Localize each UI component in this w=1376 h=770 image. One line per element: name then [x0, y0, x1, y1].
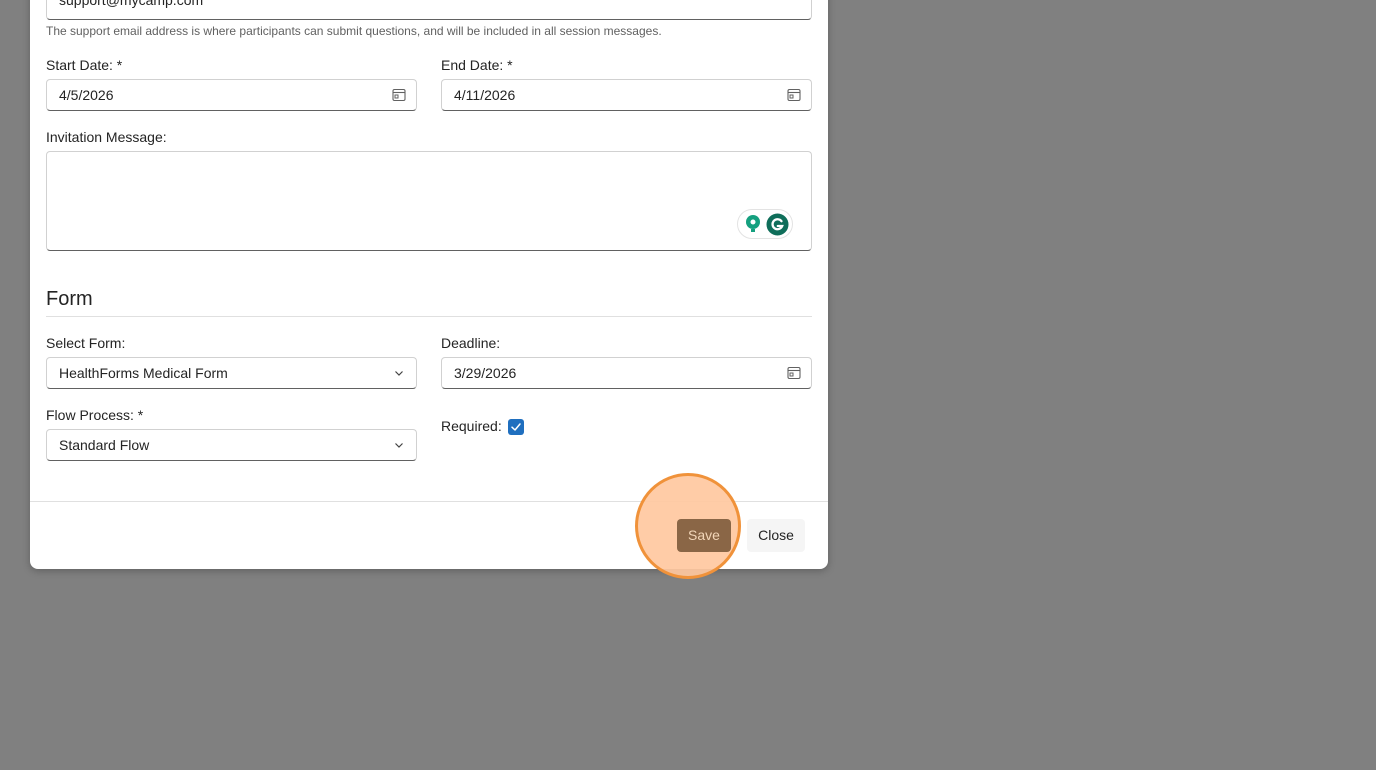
deadline-input[interactable]: 3/29/2026 — [441, 357, 812, 389]
required-label: Required: — [441, 418, 502, 434]
grammarly-icon[interactable] — [766, 213, 789, 236]
chevron-down-icon — [395, 443, 403, 448]
chevron-down-icon — [395, 371, 403, 376]
start-date-value: 4/5/2026 — [59, 87, 114, 103]
calendar-icon[interactable] — [392, 88, 406, 102]
deadline-label: Deadline: — [441, 335, 501, 351]
end-date-label: End Date: * — [441, 57, 513, 73]
flow-process-label: Flow Process: * — [46, 407, 144, 423]
select-form-label: Select Form: — [46, 335, 126, 351]
calendar-icon[interactable] — [787, 366, 801, 380]
support-email-value: support@mycamp.com — [59, 0, 204, 8]
flow-process-value: Standard Flow — [59, 437, 150, 453]
support-email-field[interactable]: support@mycamp.com — [46, 0, 812, 20]
invitation-message-label: Invitation Message: — [46, 129, 167, 145]
required-checkbox[interactable] — [508, 419, 524, 435]
save-button[interactable]: Save — [677, 519, 731, 552]
select-form-value: HealthForms Medical Form — [59, 365, 228, 381]
select-form-dropdown[interactable]: HealthForms Medical Form — [46, 357, 417, 389]
form-section-title: Form — [46, 288, 93, 310]
grammarly-widget[interactable] — [737, 209, 793, 239]
start-date-input[interactable]: 4/5/2026 — [46, 79, 417, 111]
end-date-value: 4/11/2026 — [454, 87, 516, 103]
support-email-hint: The support email address is where parti… — [46, 24, 662, 38]
close-button[interactable]: Close — [747, 519, 805, 552]
form-section-divider — [46, 316, 812, 317]
start-date-label: Start Date: * — [46, 57, 123, 73]
invitation-message-textarea[interactable] — [46, 151, 812, 251]
end-date-input[interactable]: 4/11/2026 — [441, 79, 812, 111]
deadline-value: 3/29/2026 — [454, 365, 517, 381]
flow-process-dropdown[interactable]: Standard Flow — [46, 429, 417, 461]
checkmark-icon — [511, 423, 521, 431]
calendar-icon[interactable] — [787, 88, 801, 102]
lightbulb-icon[interactable] — [744, 214, 762, 234]
